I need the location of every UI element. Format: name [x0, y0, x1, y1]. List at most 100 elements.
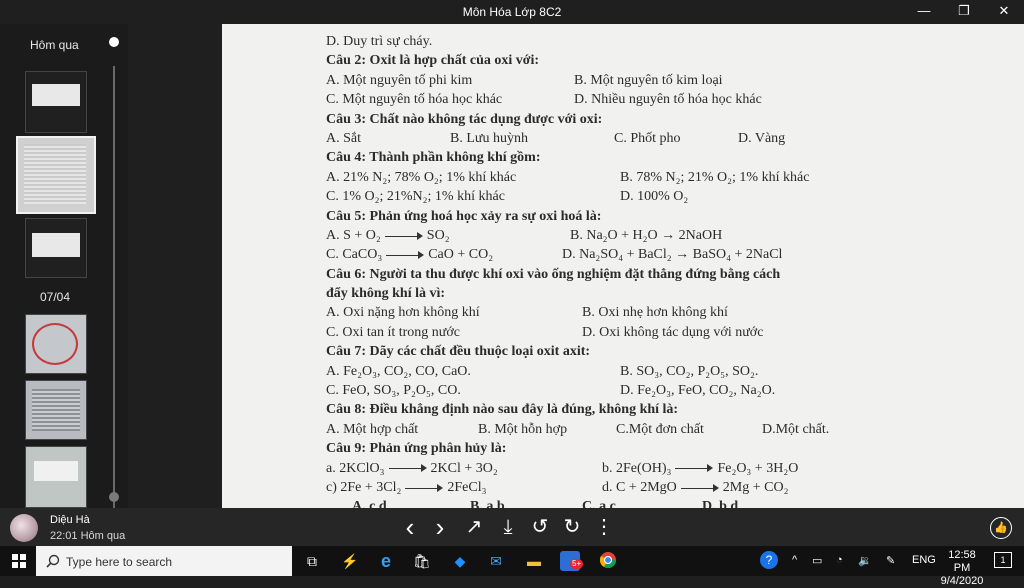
text-segment: Câu 5: Phản ứng hoá học xảy ra sự oxi ho… [326, 208, 602, 224]
edge-icon[interactable]: e [376, 551, 396, 571]
text-segment: A. Một nguyên tố phi kim [326, 72, 473, 88]
windows-start-icon[interactable] [12, 554, 26, 568]
text-segment: Câu 7: Dãy các chất đều thuộc loại oxit … [326, 344, 591, 360]
thumbnail-3[interactable] [25, 218, 87, 278]
search-placeholder: Type here to search [66, 555, 173, 569]
title-bar: Môn Hóa Lớp 8C2 — ❐ ✕ [0, 0, 1024, 24]
text-segment: c) 2Fe + 3Cl₂ 2FeCl₃ [326, 479, 487, 495]
text-segment: A. Một hợp chất [326, 421, 419, 437]
text-segment: D. b,d [702, 499, 739, 508]
clock[interactable]: 12:58 PM 9/4/2020 [940, 549, 984, 588]
answer-line: C. CaCO₃ CaO + CO₂ D. Na₂SO₄ + BaCl₂ → BaS… [326, 245, 986, 264]
close-button[interactable]: ✕ [984, 0, 1024, 24]
text-segment: C. a,c [582, 499, 616, 508]
text-segment: D. Duy trì sự cháy. [326, 34, 433, 49]
pen-icon[interactable]: ✎ [886, 554, 895, 567]
document-viewer[interactable]: D. Duy trì sự cháy. Câu 2: Oxit là hợp ch… [128, 24, 1024, 508]
answer-line: A. Một hợp chất B. Một hỗn hợp C.Một đơn c… [326, 420, 986, 439]
answer-line: a. 2KClO₃ 2KCl + 3O₂ b. 2Fe(OH)₃ Fe₂O₃ + 3H… [326, 459, 986, 478]
group-label-date: 07/04 [40, 290, 71, 304]
answer-line: C. Một nguyên tố hóa học khác D. Nhiều ng… [326, 90, 986, 109]
post-time: 22:01 Hôm qua [50, 530, 126, 542]
answer-line: A. Một nguyên tố phi kim B. Một nguyên tố… [326, 71, 986, 90]
text-segment: Câu 4: Thành phần không khí gồm: [326, 150, 541, 166]
share-icon[interactable]: ↗ [460, 514, 488, 540]
question-line: Câu 6: Người ta thu được khí oxi vào ống… [326, 265, 986, 284]
text-segment: B. Na₂O + H₂O → 2NaOH [570, 227, 723, 243]
chrome-icon[interactable] [598, 551, 618, 571]
text-segment: B. 78% N₂; 21% O₂; 1% khí khác [620, 169, 810, 185]
user-name: Diệu Hà [50, 514, 90, 526]
dropbox-icon[interactable]: ◆ [450, 551, 470, 571]
text-segment: D. Vàng [738, 130, 786, 146]
text-segment: B. Một nguyên tố kim loại [574, 72, 723, 88]
mail-icon[interactable]: ✉ [486, 551, 506, 571]
answer-line: D. Duy trì sự cháy. [326, 32, 986, 51]
battery-icon[interactable]: ▭ [812, 554, 822, 567]
reaction-arrow-icon [384, 231, 423, 240]
task-view-icon[interactable]: ⧉ [302, 551, 322, 571]
question-line: Câu 4: Thành phần không khí gồm: [326, 148, 986, 167]
timeline-track[interactable] [113, 66, 115, 522]
text-segment: D. Na₂SO₄ + BaCl₂ → BaSO₄ + 2NaCl [562, 247, 783, 263]
thumbnail-4[interactable] [25, 314, 87, 374]
text-segment: Câu 6: Người ta thu được khí oxi vào ống… [326, 266, 781, 282]
file-explorer-icon[interactable]: ▬ [524, 551, 544, 571]
language-indicator[interactable]: ENG [912, 554, 936, 566]
text-segment: B. Lưu huỳnh [450, 130, 528, 146]
text-segment: a. 2KClO₃ 2KCl + 3O₂ [326, 460, 498, 476]
text-segment: A. 21% N₂; 78% O₂; 1% khí khác [326, 169, 517, 185]
chevron-up-icon[interactable]: ^ [792, 554, 797, 566]
window-title: Môn Hóa Lớp 8C2 [462, 5, 562, 19]
thumbnail-2-selected[interactable] [16, 136, 96, 214]
download-icon[interactable]: ⤓ [494, 514, 522, 540]
minimize-button[interactable]: — [904, 0, 944, 24]
text-segment: C. Một nguyên tố hóa học khác [326, 92, 503, 108]
next-icon[interactable]: › [426, 514, 454, 540]
timeline-handle[interactable] [109, 37, 119, 47]
reaction-arrow-icon [680, 483, 719, 492]
timeline-end-dot [109, 492, 119, 502]
thumbnail-sidebar: Hôm qua 07/04 [0, 24, 128, 522]
more-icon[interactable]: ⋮ [590, 514, 618, 540]
volume-icon[interactable]: 🔉 [858, 554, 872, 567]
app-icon[interactable]: ⚡ [340, 551, 360, 571]
text-segment: C. FeO, SO₃, P₂O₅, CO. [326, 383, 461, 399]
zalo-icon[interactable]: 5+ [560, 551, 584, 571]
text-segment: C. 1% O₂; 21%N₂; 1% khí khác [326, 189, 505, 205]
restore-button[interactable]: ❐ [944, 0, 984, 24]
text-segment: D. 100% O₂ [620, 189, 689, 205]
reaction-arrow-icon [675, 464, 714, 473]
store-icon[interactable]: 🛍 [412, 551, 432, 571]
document-text: D. Duy trì sự cháy. Câu 2: Oxit là hợp ch… [326, 32, 986, 508]
thumbnail-5[interactable] [25, 380, 87, 440]
text-segment: B. Oxi nhẹ hơn không khí [582, 305, 728, 321]
answer-line: C. Oxi tan ít trong nước D. Oxi không tác… [326, 323, 986, 342]
answer-line: C. FeO, SO₃, P₂O₅, CO. D. Fe₂O₃, FeO, CO₂… [326, 381, 986, 400]
rotate-left-icon[interactable]: ↺ [526, 514, 554, 540]
answer-line: c) 2Fe + 3Cl₂ 2FeCl₃ d. C + 2MgO 2Mg + CO₂ [326, 478, 986, 497]
text-segment: b. 2Fe(OH)₃ Fe₂O₃ + 3H₂O [602, 460, 799, 476]
clock-time: 12:58 PM [948, 549, 976, 574]
previous-icon[interactable]: ‹ [396, 514, 424, 540]
notification-badge: 5+ [570, 559, 584, 569]
text-segment: D. Fe₂O₃, FeO, CO₂, Na₂O. [620, 383, 776, 399]
question-line: Câu 9: Phản ứng phân hủy là: [326, 439, 986, 458]
taskbar: Type here to search ⧉ ⚡ e 🛍 ◆ ✉ ▬ 5+ ? ^… [0, 546, 1024, 587]
thumbnail-1[interactable] [25, 71, 87, 133]
action-center-icon[interactable]: 1 [994, 552, 1012, 568]
thumbnail-6[interactable] [25, 446, 87, 508]
group-label-yesterday: Hôm qua [30, 38, 79, 52]
help-icon[interactable]: ? [760, 551, 778, 569]
text-segment: A. S + O₂ SO₂ [326, 227, 450, 243]
wifi-icon[interactable]: ◔ [836, 554, 843, 566]
question-line: đẩy không khí là vì: [326, 284, 986, 303]
answer-line: A. S + O₂ SO₂ B. Na₂O + H₂O → 2NaOH [326, 226, 986, 245]
rotate-right-icon[interactable]: ↻ [558, 514, 586, 540]
like-icon[interactable]: 👍 [990, 517, 1012, 539]
text-segment: Câu 8: Điều khẳng định nào sau đây là đú… [326, 402, 679, 418]
taskbar-search[interactable]: Type here to search [36, 546, 292, 576]
text-segment: B. a,b [470, 499, 505, 508]
text-segment: Câu 3: Chất nào không tác dụng được với … [326, 111, 603, 127]
text-segment: D. Nhiều nguyên tố hóa học khác [574, 92, 762, 108]
